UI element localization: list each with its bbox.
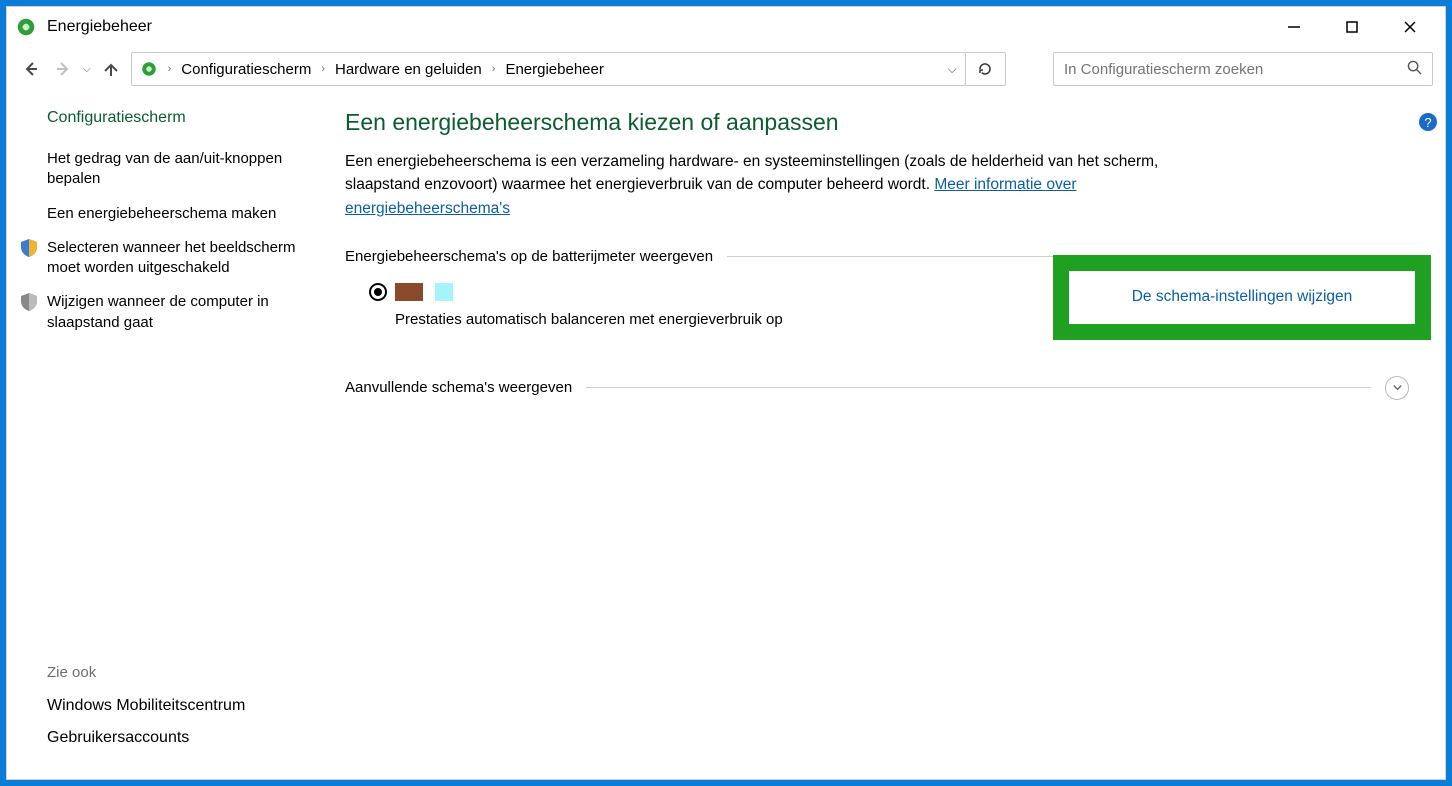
see-also-heading: Zie ook — [47, 664, 303, 681]
section-battery-meter-label: Energiebeheerschema's op de batterijmete… — [345, 248, 713, 265]
see-also-accounts[interactable]: Gebruikersaccounts — [47, 729, 303, 747]
main-content: Een energiebeheerschema kiezen of aanpas… — [317, 91, 1445, 779]
chevron-right-icon: › — [164, 63, 176, 75]
minimize-button[interactable] — [1265, 9, 1323, 45]
sidebar-link-power-buttons[interactable]: Het gedrag van de aan/uit-knoppen bepale… — [19, 149, 303, 190]
close-button[interactable] — [1381, 9, 1439, 45]
highlight-box: De schema-instellingen wijzigen — [1053, 255, 1431, 340]
titlebar: Energiebeheer — [7, 7, 1445, 47]
sidebar-heading[interactable]: Configuratiescherm — [47, 109, 303, 127]
sidebar-link-display-off[interactable]: Selecteren wanneer het beeldscherm moet … — [19, 238, 303, 279]
section-additional-label: Aanvullende schema's weergeven — [345, 379, 572, 396]
breadcrumb-item[interactable]: Hardware en geluiden — [335, 61, 482, 78]
maximize-button[interactable] — [1323, 9, 1381, 45]
breadcrumb-item[interactable]: Energiebeheer — [505, 61, 603, 78]
sidebar: Configuratiescherm Het gedrag van de aan… — [7, 91, 317, 779]
shield-icon — [19, 292, 39, 312]
search-box[interactable] — [1053, 52, 1433, 86]
search-input[interactable] — [1064, 61, 1399, 78]
sidebar-link-create-plan[interactable]: Een energiebeheerschema maken — [19, 204, 303, 224]
address-icon — [140, 60, 158, 78]
chevron-right-icon: › — [488, 63, 500, 75]
address-bar[interactable]: › Configuratiescherm › Hardware en gelui… — [131, 52, 966, 86]
see-also-mobility[interactable]: Windows Mobiliteitscentrum — [47, 697, 303, 715]
recent-dropdown[interactable]: ⌵ — [83, 64, 91, 75]
page-description: Een energiebeheerschema is een verzameli… — [345, 150, 1205, 220]
expand-button[interactable] — [1385, 376, 1409, 400]
see-also: Zie ook Windows Mobiliteitscentrum Gebru… — [19, 664, 303, 761]
back-button[interactable] — [19, 57, 43, 81]
window-title: Energiebeheer — [47, 18, 152, 36]
forward-button[interactable] — [51, 57, 75, 81]
up-button[interactable] — [99, 57, 123, 81]
chevron-right-icon: › — [317, 63, 329, 75]
app-icon — [15, 16, 37, 38]
address-dropdown[interactable]: ⌵ — [947, 62, 956, 77]
plan-description: Prestaties automatisch balanceren met en… — [345, 311, 985, 328]
navbar: ⌵ › Configuratiescherm › Hardware en gel… — [7, 47, 1445, 91]
sidebar-link-sleep[interactable]: Wijzigen wanneer de computer in slaapsta… — [19, 292, 303, 333]
power-plan-row: De schema-instellingen wijzigen — [345, 283, 1409, 301]
page-heading: Een energiebeheerschema kiezen of aanpas… — [345, 109, 1409, 136]
shield-icon — [19, 238, 39, 258]
search-icon[interactable] — [1407, 60, 1422, 78]
breadcrumb-item[interactable]: Configuratiescherm — [181, 61, 311, 78]
plan-name-redacted — [395, 283, 423, 301]
refresh-button[interactable] — [966, 52, 1006, 86]
plan-name-redacted — [435, 283, 453, 301]
plan-radio[interactable] — [369, 283, 387, 301]
divider — [586, 387, 1371, 388]
change-plan-settings-link[interactable]: De schema-instellingen wijzigen — [1132, 288, 1353, 306]
